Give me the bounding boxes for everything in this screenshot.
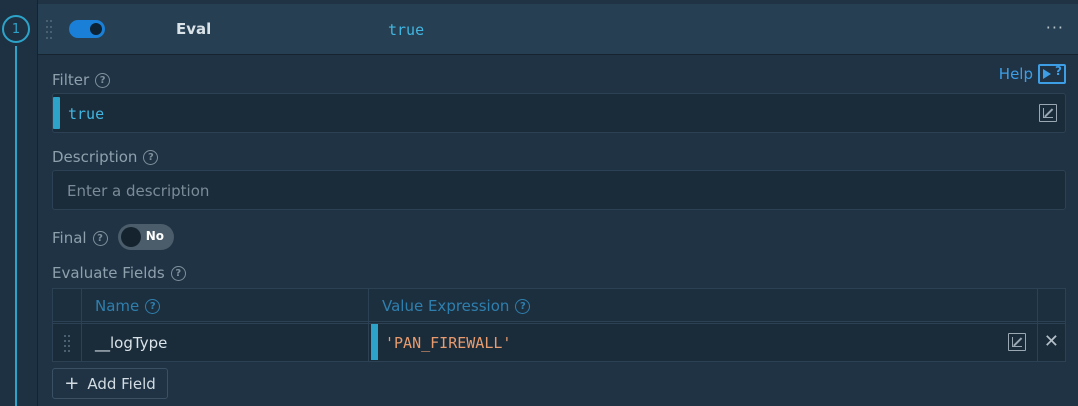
- filter-label-text: Filter: [52, 71, 90, 89]
- help-circle-icon[interactable]: ?: [145, 298, 161, 314]
- final-toggle-text: No: [145, 229, 164, 243]
- function-enabled-toggle[interactable]: [69, 20, 105, 38]
- final-label-text: Final: [52, 229, 87, 247]
- table-row: [53, 323, 1065, 361]
- plus-icon: +: [64, 372, 80, 394]
- name-column-header: Name ?: [95, 297, 161, 315]
- function-panel: Eval true ··· Filter ? Help ? true Descr…: [38, 0, 1078, 406]
- help-video-icon: ?: [1038, 64, 1066, 84]
- remove-row-icon[interactable]: ✕: [1044, 331, 1059, 352]
- value-expression-column-label: Value Expression: [382, 297, 510, 315]
- description-label-text: Description: [52, 148, 138, 166]
- help-circle-icon[interactable]: ?: [515, 298, 531, 314]
- help-link[interactable]: Help ?: [999, 64, 1066, 84]
- expand-editor-icon[interactable]: [1008, 333, 1026, 351]
- function-filter-summary: true: [388, 21, 425, 39]
- evaluate-fields-label: Evaluate Fields ?: [52, 264, 186, 282]
- field-name-cell[interactable]: __logType: [95, 334, 167, 352]
- step-line: [15, 46, 17, 406]
- help-circle-icon[interactable]: ?: [92, 230, 108, 246]
- filter-expression-input[interactable]: true: [52, 93, 1066, 133]
- help-circle-icon[interactable]: ?: [95, 72, 111, 88]
- step-gutter: 1: [0, 0, 38, 406]
- help-circle-icon[interactable]: ?: [143, 149, 159, 165]
- add-field-button[interactable]: + Add Field: [52, 368, 168, 399]
- description-input[interactable]: Enter a description: [52, 170, 1066, 210]
- description-label: Description ?: [52, 148, 159, 166]
- row-drag-handle-icon[interactable]: [64, 335, 70, 353]
- help-circle-icon[interactable]: ?: [170, 265, 186, 281]
- help-label: Help: [998, 65, 1033, 83]
- final-label: Final ?: [52, 229, 108, 247]
- function-header[interactable]: Eval true ···: [38, 4, 1078, 55]
- more-options-icon[interactable]: ···: [1046, 18, 1064, 37]
- expression-accent-bar: [53, 97, 60, 129]
- final-toggle[interactable]: No: [118, 224, 174, 250]
- drag-handle-icon[interactable]: [46, 20, 52, 40]
- field-value-expression-cell[interactable]: 'PAN_FIREWALL': [385, 334, 511, 352]
- value-expression-column-header: Value Expression ?: [382, 297, 531, 315]
- function-name: Eval: [176, 20, 212, 38]
- expression-accent-bar: [371, 324, 378, 360]
- filter-label: Filter ?: [52, 71, 111, 89]
- table-header-row: [53, 289, 1065, 322]
- expand-editor-icon[interactable]: [1039, 104, 1057, 122]
- filter-expression-value: true: [68, 105, 105, 123]
- step-number-badge[interactable]: 1: [2, 15, 30, 43]
- evaluate-fields-label-text: Evaluate Fields: [52, 264, 165, 282]
- add-field-label: Add Field: [87, 374, 156, 393]
- description-placeholder: Enter a description: [67, 182, 210, 200]
- name-column-label: Name: [95, 297, 140, 315]
- evaluate-fields-table: Name ? Value Expression ? __logType 'PAN…: [52, 288, 1066, 362]
